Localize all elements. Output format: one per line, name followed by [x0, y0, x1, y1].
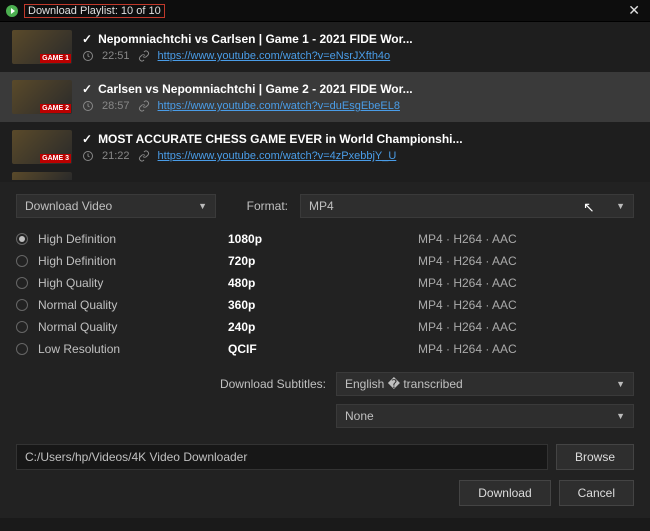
- video-title: Nepomniachtchi vs Carlsen | Game 1 - 202…: [98, 32, 413, 46]
- quality-resolution: 1080p: [228, 232, 408, 246]
- video-title: MOST ACCURATE CHESS GAME EVER in World C…: [98, 132, 462, 146]
- quality-option[interactable]: High Quality 480p MP4 · H264 · AAC: [16, 272, 634, 294]
- quality-name: High Definition: [38, 254, 218, 268]
- radio-icon: [16, 277, 28, 289]
- quality-codec: MP4 · H264 · AAC: [418, 276, 517, 290]
- video-url[interactable]: https://www.youtube.com/watch?v=4zPxebbj…: [158, 150, 397, 162]
- chevron-down-icon: ▼: [616, 379, 625, 389]
- clock-icon: [82, 50, 94, 62]
- quality-option[interactable]: High Definition 1080p MP4 · H264 · AAC: [16, 228, 634, 250]
- progress-icon: [6, 5, 18, 17]
- playlist-item[interactable]: GAME 3 ✓ MOST ACCURATE CHESS GAME EVER i…: [0, 122, 650, 172]
- cancel-button[interactable]: Cancel: [559, 480, 634, 506]
- radio-icon: [16, 321, 28, 333]
- quality-resolution: 480p: [228, 276, 408, 290]
- clock-icon: [82, 100, 94, 112]
- thumb-badge: GAME 1: [40, 54, 71, 63]
- download-button[interactable]: Download: [459, 480, 550, 506]
- format-label: Format:: [228, 199, 288, 213]
- quality-codec: MP4 · H264 · AAC: [418, 254, 517, 268]
- quality-name: High Quality: [38, 276, 218, 290]
- playlist: GAME 1 ✓ Nepomniachtchi vs Carlsen | Gam…: [0, 22, 650, 182]
- quality-list: High Definition1080pMP4 · H264 · AACHigh…: [16, 228, 634, 360]
- video-url[interactable]: https://www.youtube.com/watch?v=duEsgEbe…: [158, 100, 400, 112]
- close-icon[interactable]: ✕: [624, 2, 644, 19]
- quality-codec: MP4 · H264 · AAC: [418, 320, 517, 334]
- chevron-down-icon: ▼: [198, 201, 207, 211]
- browse-button[interactable]: Browse: [556, 444, 634, 470]
- video-url[interactable]: https://www.youtube.com/watch?v=eNsrJXft…: [158, 50, 391, 62]
- thumb-badge: GAME 2: [40, 104, 71, 113]
- link-icon: [138, 50, 150, 62]
- quality-name: Normal Quality: [38, 320, 218, 334]
- settings-panel: Download Video ▼ Format: MP4 ▼ High Defi…: [0, 182, 650, 518]
- quality-name: Low Resolution: [38, 342, 218, 356]
- quality-resolution: QCIF: [228, 342, 408, 356]
- quality-name: Normal Quality: [38, 298, 218, 312]
- quality-option[interactable]: Low Resolution QCIF MP4 · H264 · AAC: [16, 338, 634, 360]
- subtitles-value: English � transcribed: [345, 377, 463, 391]
- check-icon: ✓: [82, 82, 92, 96]
- quality-codec: MP4 · H264 · AAC: [418, 298, 517, 312]
- check-icon: ✓: [82, 32, 92, 46]
- chevron-down-icon: ▼: [616, 411, 625, 421]
- quality-option[interactable]: Normal Quality 240p MP4 · H264 · AAC: [16, 316, 634, 338]
- playlist-item[interactable]: GAME 2 ✓ Carlsen vs Nepomniachtchi | Gam…: [0, 72, 650, 122]
- quality-name: High Definition: [38, 232, 218, 246]
- download-path-input[interactable]: [16, 444, 548, 470]
- radio-icon: [16, 233, 28, 245]
- action-dropdown-value: Download Video: [25, 199, 112, 213]
- subtitles-label: Download Subtitles:: [16, 377, 326, 391]
- clock-icon: [82, 150, 94, 162]
- subtitles-dropdown[interactable]: English � transcribed ▼: [336, 372, 634, 396]
- video-duration: 28:57: [102, 100, 130, 112]
- video-duration: 22:51: [102, 50, 130, 62]
- quality-option[interactable]: High Definition 720p MP4 · H264 · AAC: [16, 250, 634, 272]
- video-thumbnail: GAME 1: [12, 30, 72, 64]
- quality-option[interactable]: Normal Quality 360p MP4 · H264 · AAC: [16, 294, 634, 316]
- format-dropdown[interactable]: MP4 ▼: [300, 194, 634, 218]
- window-title: Download Playlist: 10 of 10: [24, 4, 165, 18]
- action-dropdown[interactable]: Download Video ▼: [16, 194, 216, 218]
- check-icon: ✓: [82, 132, 92, 146]
- titlebar: Download Playlist: 10 of 10 ✕: [0, 0, 650, 22]
- link-icon: [138, 150, 150, 162]
- video-thumbnail: GAME 2: [12, 80, 72, 114]
- video-thumbnail: [12, 172, 72, 180]
- radio-icon: [16, 299, 28, 311]
- quality-codec: MP4 · H264 · AAC: [418, 342, 517, 356]
- quality-resolution: 360p: [228, 298, 408, 312]
- video-title: Carlsen vs Nepomniachtchi | Game 2 - 202…: [98, 82, 413, 96]
- chevron-down-icon: ▼: [616, 201, 625, 211]
- video-duration: 21:22: [102, 150, 130, 162]
- format-dropdown-value: MP4: [309, 199, 334, 213]
- playlist-item[interactable]: GAME 1 ✓ Nepomniachtchi vs Carlsen | Gam…: [0, 22, 650, 72]
- playlist-item-partial: [0, 172, 650, 182]
- quality-codec: MP4 · H264 · AAC: [418, 232, 517, 246]
- radio-icon: [16, 255, 28, 267]
- subtitles-secondary-dropdown[interactable]: None ▼: [336, 404, 634, 428]
- link-icon: [138, 100, 150, 112]
- radio-icon: [16, 343, 28, 355]
- quality-resolution: 240p: [228, 320, 408, 334]
- thumb-badge: GAME 3: [40, 154, 71, 163]
- video-thumbnail: GAME 3: [12, 130, 72, 164]
- subtitles-secondary-value: None: [345, 409, 374, 423]
- quality-resolution: 720p: [228, 254, 408, 268]
